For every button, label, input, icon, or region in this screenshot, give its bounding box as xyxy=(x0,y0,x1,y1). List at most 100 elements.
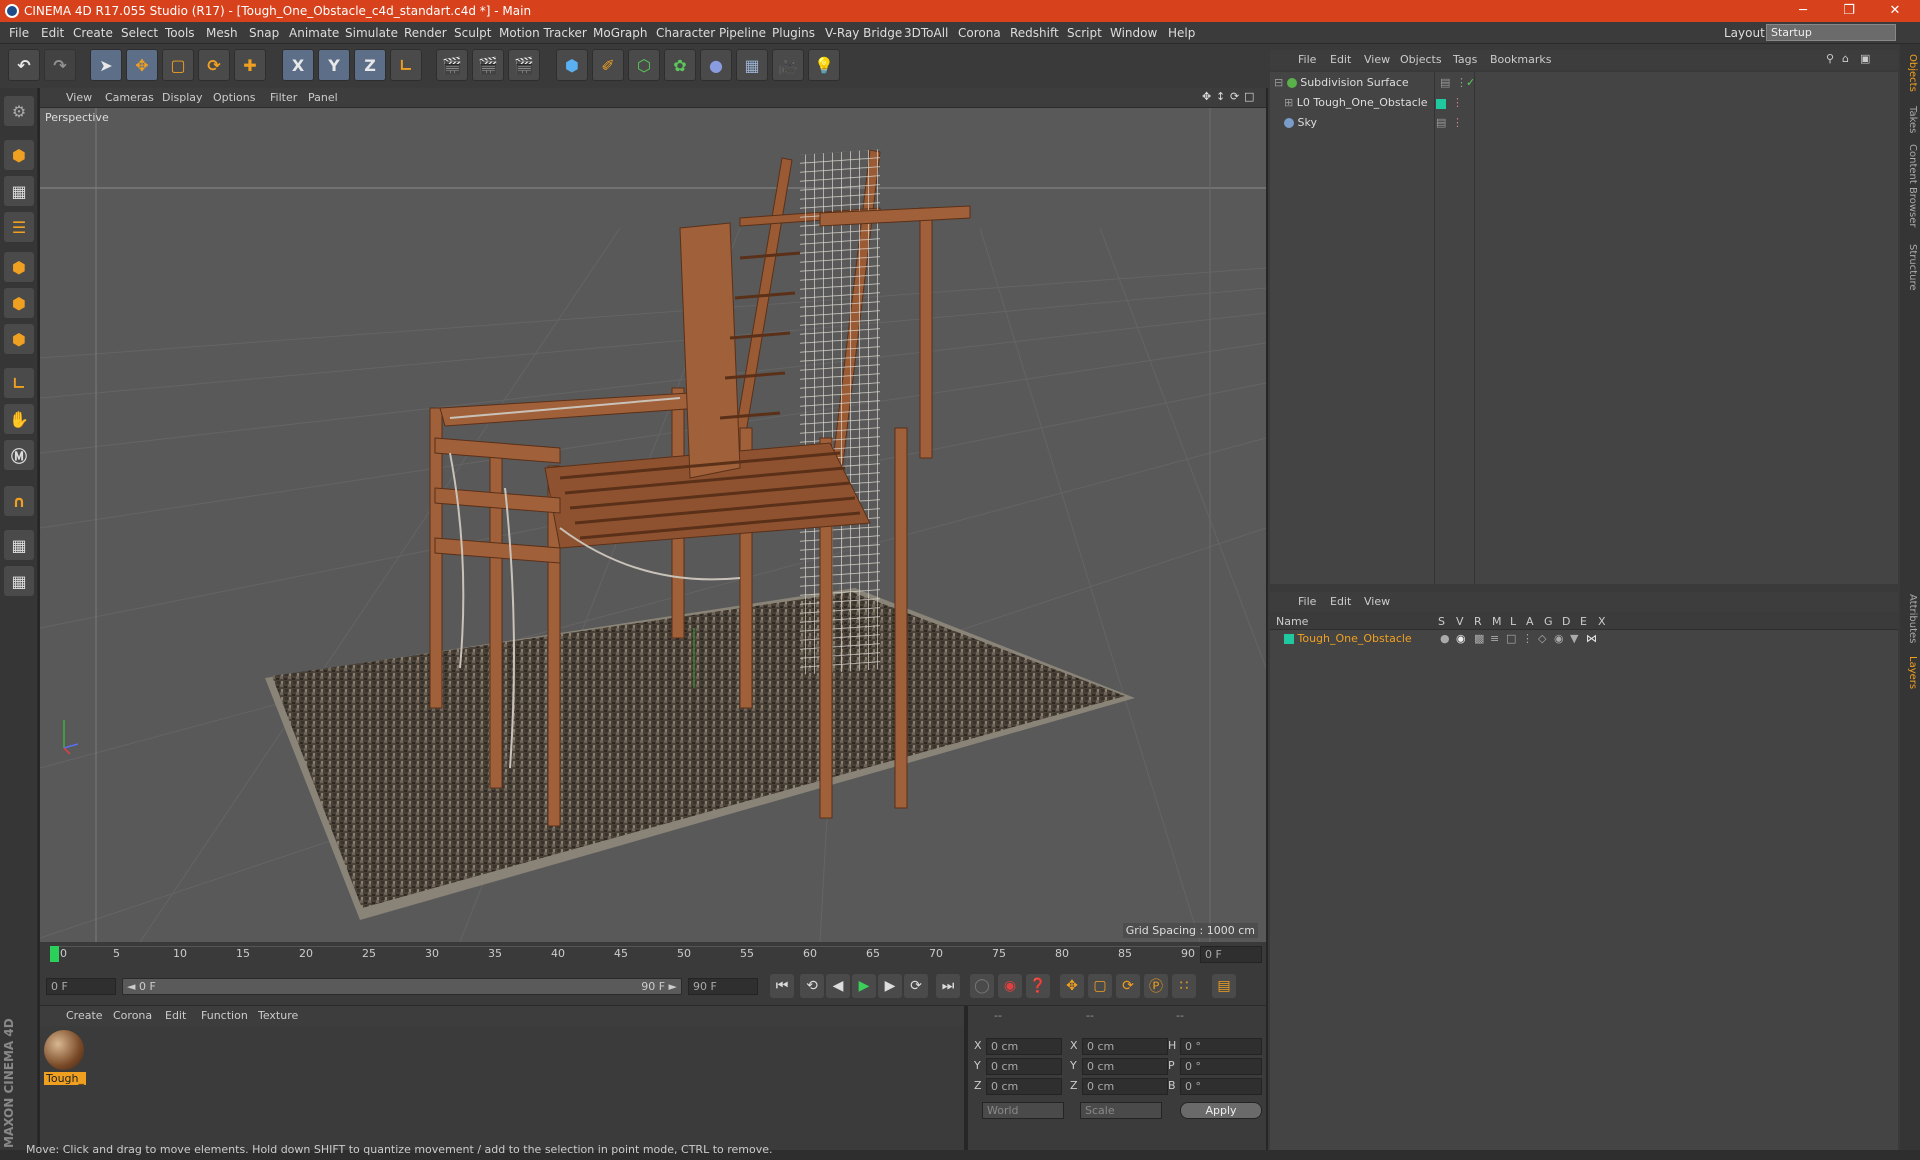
playhead-marker[interactable] xyxy=(50,946,59,962)
material-menu-create[interactable]: Create xyxy=(66,1009,103,1022)
edges-mode-icon[interactable]: ⬢ xyxy=(4,288,34,318)
timeline-ruler[interactable]: 0 5 10 15 20 25 30 35 40 45 50 55 60 65 … xyxy=(40,942,1266,966)
end-frame-field[interactable]: 90 F xyxy=(688,978,758,995)
coordinate-system-icon[interactable]: ∟ xyxy=(390,49,422,81)
new-window-icon[interactable]: ▣ xyxy=(1860,52,1870,65)
move-tool-icon[interactable]: ✥ xyxy=(126,49,158,81)
layer-lock-icon[interactable]: □ xyxy=(1506,632,1516,645)
layers-menu-file[interactable]: File xyxy=(1298,595,1316,608)
menu-window[interactable]: Window xyxy=(1110,26,1157,40)
objects-menu-file[interactable]: File xyxy=(1298,53,1316,66)
step-back-icon[interactable]: ◀ xyxy=(826,974,850,998)
home-icon[interactable]: ⌂ xyxy=(1842,52,1849,65)
material-swatch[interactable]: Tough_ xyxy=(44,1030,86,1086)
light-icon[interactable]: 💡 xyxy=(808,49,840,81)
expand-icon[interactable]: ⊞ xyxy=(1284,96,1293,109)
coord-pos-z-field[interactable]: 0 cm xyxy=(986,1078,1062,1095)
goto-start-icon[interactable]: ⏮ xyxy=(770,974,794,998)
polygons-mode-icon[interactable]: ⬢ xyxy=(4,324,34,354)
next-key-icon[interactable]: ⟳ xyxy=(904,974,928,998)
restore-button[interactable]: ❐ xyxy=(1826,0,1872,22)
menu-character[interactable]: Character xyxy=(656,26,715,40)
menu-help[interactable]: Help xyxy=(1168,26,1195,40)
viewport-menu-display[interactable]: Display xyxy=(162,91,203,104)
layer-manager-icon[interactable]: ≡ xyxy=(1490,632,1499,645)
layer-expressions-icon[interactable]: ▼ xyxy=(1570,632,1578,645)
layer-deformers-icon[interactable]: ◉ xyxy=(1554,632,1564,645)
frame-range-slider[interactable]: ◄ 0 F 90 F ► xyxy=(122,978,682,995)
coord-size-z-field[interactable]: 0 cm xyxy=(1082,1078,1168,1095)
subdivision-surface-icon[interactable]: ⬡ xyxy=(628,49,660,81)
objects-menu-bookmarks[interactable]: Bookmarks xyxy=(1490,53,1551,66)
menu-redshift[interactable]: Redshift xyxy=(1010,26,1059,40)
coord-pos-x-field[interactable]: 0 cm xyxy=(986,1038,1062,1055)
render-picture-viewer-icon[interactable]: 🎬 xyxy=(472,49,504,81)
tweak-mode-icon[interactable]: ✋ xyxy=(4,404,34,434)
axis-mode-icon[interactable]: ∟ xyxy=(4,368,34,398)
layout-dropdown[interactable]: Startup xyxy=(1766,24,1896,41)
redo-icon[interactable]: ↷ xyxy=(44,49,76,81)
key-pla-icon[interactable]: ∷ xyxy=(1172,974,1196,998)
menu-script[interactable]: Script xyxy=(1067,26,1102,40)
object-row-subdivision[interactable]: ⊟ Subdivision Surface ▤ ⋮ ✓ xyxy=(1274,76,1894,92)
key-rotation-icon[interactable]: ⟳ xyxy=(1116,974,1140,998)
coord-size-y-field[interactable]: 0 cm xyxy=(1082,1058,1168,1075)
layer-solo-icon[interactable]: ● xyxy=(1440,632,1450,645)
viewport-nav-move-icon[interactable]: ✥ xyxy=(1202,90,1211,103)
menu-snap[interactable]: Snap xyxy=(249,26,279,40)
workplane-icon[interactable]: ☰ xyxy=(4,212,34,242)
coord-rot-h-field[interactable]: 0 ° xyxy=(1180,1038,1262,1055)
camera-icon[interactable]: 🎥 xyxy=(772,49,804,81)
tab-attributes[interactable]: Attributes xyxy=(1902,594,1918,643)
viewport-menu-panel[interactable]: Panel xyxy=(308,91,338,104)
viewport-nav-rotate-icon[interactable]: ⟳ xyxy=(1230,90,1239,103)
step-forward-icon[interactable]: ▶ xyxy=(878,974,902,998)
solo-mode-icon[interactable]: Ⓜ xyxy=(4,440,34,470)
menu-corona[interactable]: Corona xyxy=(958,26,1001,40)
prev-key-icon[interactable]: ⟲ xyxy=(800,974,824,998)
axis-y-button[interactable]: Y xyxy=(318,49,350,81)
objects-menu-objects[interactable]: Objects xyxy=(1400,53,1442,66)
coord-size-mode-dropdown[interactable]: Scale xyxy=(1080,1102,1162,1119)
menu-file[interactable]: File xyxy=(9,26,29,40)
points-mode-icon[interactable]: ⬢ xyxy=(4,252,34,282)
viewport-menu-view[interactable]: View xyxy=(66,91,92,104)
coord-pos-y-field[interactable]: 0 cm xyxy=(986,1058,1062,1075)
transform-tool-icon[interactable]: ✚ xyxy=(234,49,266,81)
material-menu-texture[interactable]: Texture xyxy=(258,1009,298,1022)
object-row-sky[interactable]: Sky ▤ ⋮ xyxy=(1284,116,1884,132)
menu-simulate[interactable]: Simulate xyxy=(345,26,398,40)
visibility-dots-icon[interactable]: ⋮ xyxy=(1452,96,1463,109)
layer-animation-icon[interactable]: ⋮ xyxy=(1522,632,1533,645)
perspective-viewport[interactable]: Perspective Grid Spacing : 1000 cm xyxy=(40,108,1266,942)
tab-takes[interactable]: Takes xyxy=(1902,106,1918,133)
objects-menu-tags[interactable]: Tags xyxy=(1453,53,1477,66)
current-frame-field[interactable]: 0 F xyxy=(1200,946,1262,963)
record-keyframe-icon[interactable]: ◉ xyxy=(998,974,1022,998)
layer-xref-icon[interactable]: ⋈ xyxy=(1586,632,1597,645)
floor-scene-icon[interactable]: ▦ xyxy=(736,49,768,81)
viewport-menu-cameras[interactable]: Cameras xyxy=(105,91,154,104)
collapse-icon[interactable]: ⊟ xyxy=(1274,76,1283,89)
menu-motion-tracker[interactable]: Motion Tracker xyxy=(499,26,587,40)
close-button[interactable]: ✕ xyxy=(1872,0,1918,22)
coord-rot-b-field[interactable]: 0 ° xyxy=(1180,1078,1262,1095)
viewport-nav-zoom-icon[interactable]: ↕ xyxy=(1216,90,1225,103)
search-icon[interactable]: ⚲ xyxy=(1826,52,1834,65)
menu-render[interactable]: Render xyxy=(404,26,447,40)
goto-end-icon[interactable]: ⏭ xyxy=(936,974,960,998)
key-parameter-icon[interactable]: Ⓟ xyxy=(1144,974,1168,998)
tab-layers[interactable]: Layers xyxy=(1902,656,1918,689)
coord-system-dropdown[interactable]: World xyxy=(982,1102,1064,1119)
object-row-obstacle[interactable]: ⊞ L0 Tough_One_Obstacle ⋮ xyxy=(1284,96,1884,112)
deformer-icon[interactable]: ● xyxy=(700,49,732,81)
model-mode-icon[interactable]: ⬢ xyxy=(4,140,34,170)
select-arrow-icon[interactable]: ➤ xyxy=(90,49,122,81)
layer-tag-icon[interactable]: ▤ xyxy=(1436,116,1446,129)
rotate-tool-icon[interactable]: ⟳ xyxy=(198,49,230,81)
layer-color-swatch[interactable] xyxy=(1436,99,1446,109)
planar-workplane-icon[interactable]: ▦ xyxy=(4,566,34,596)
layer-tag-icon[interactable]: ▤ xyxy=(1440,76,1450,89)
render-settings-icon[interactable]: 🎬 xyxy=(508,49,540,81)
texture-mode-icon[interactable]: ▦ xyxy=(4,176,34,206)
